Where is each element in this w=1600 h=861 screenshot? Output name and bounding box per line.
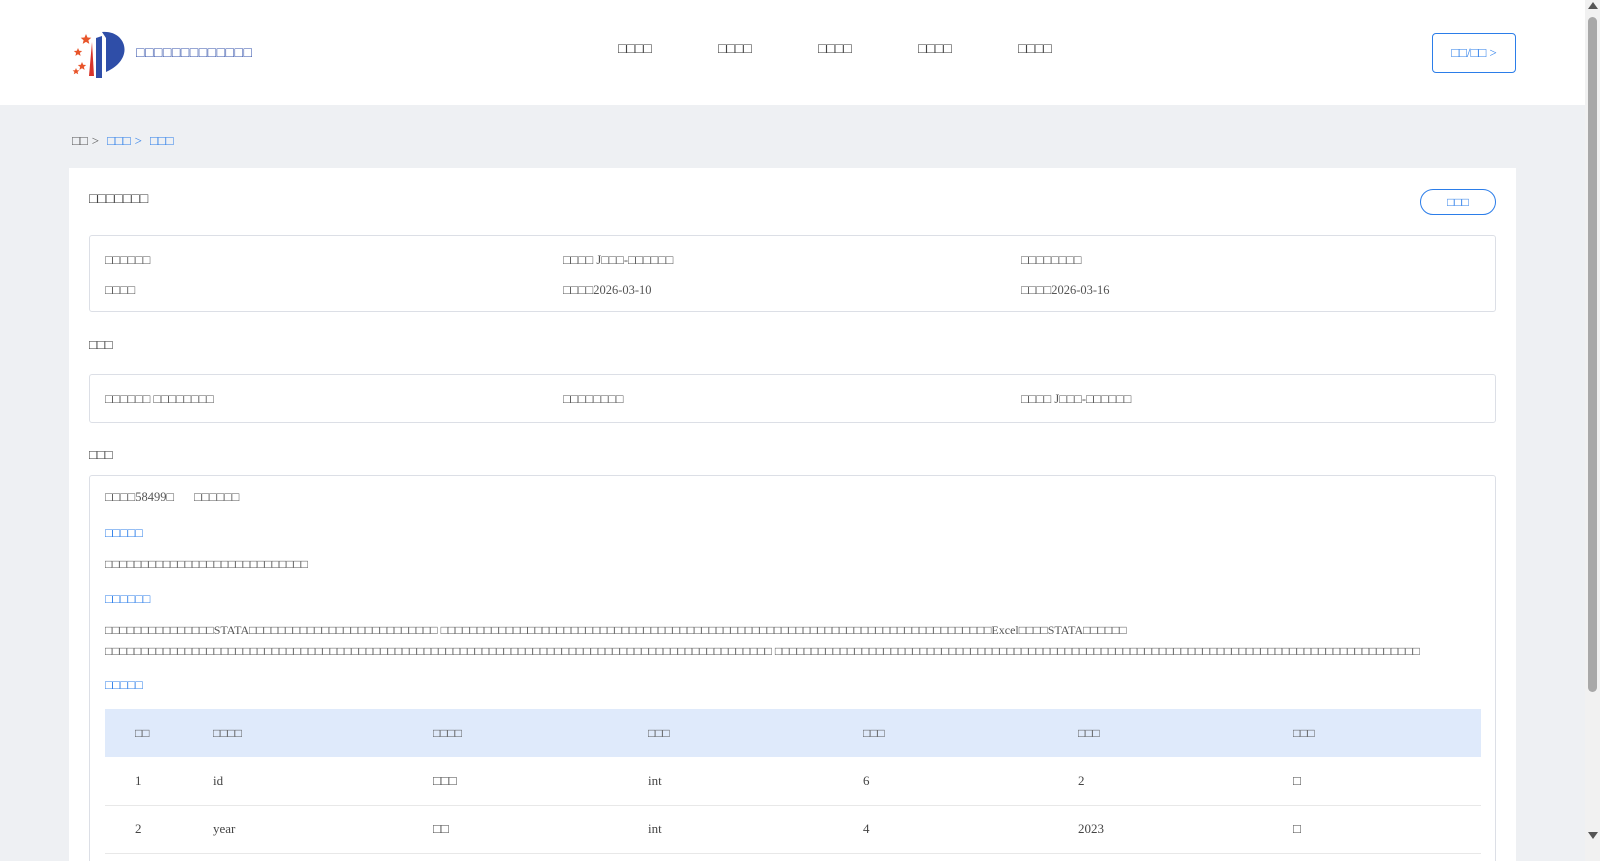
info-cell: □□□□ xyxy=(105,282,136,297)
breadcrumb-home[interactable]: □□ xyxy=(72,133,88,149)
page-scrollbar[interactable] xyxy=(1585,0,1600,861)
login-register-button[interactable]: □□/□□ > xyxy=(1432,33,1516,73)
table-cell: 2 xyxy=(1078,757,1293,806)
table-cell: □□□ xyxy=(433,757,648,806)
site-title: □□□□□□□□□□□□□ xyxy=(136,46,253,61)
main-nav: □□□□ □□□□ □□□□ □□□□ □□□□ xyxy=(618,42,1118,58)
info-cell: □□□□2026-03-10 xyxy=(563,282,652,297)
table-cell: 6 xyxy=(863,757,1078,806)
logo-emblem-icon xyxy=(72,31,125,78)
card-title: □□□□□□□ xyxy=(89,192,149,207)
info-cell: □□□□□□□□ xyxy=(1021,252,1082,267)
column-header: □□ xyxy=(135,725,150,740)
info-row: □□□□□□ □□□□□□□□ □□□□□□□□ □□□□ J□□□-□□□□□… xyxy=(90,384,1495,414)
scroll-thumb[interactable] xyxy=(1588,17,1597,692)
basic-info-box: □□□□□□ □□□□ J□□□-□□□□□□ □□□□□□□□ □□□□ □□… xyxy=(89,235,1496,312)
table-cell: □□ xyxy=(433,805,648,854)
breadcrumb: □□ > □□□ > □□□ xyxy=(72,133,174,149)
description-text: □□□□□□□□□□□□□□□□□□□□□□□□□□□□ xyxy=(105,557,308,571)
column-header: □□□ xyxy=(1078,725,1100,740)
card-action-button[interactable]: □□□ xyxy=(1420,189,1496,215)
table-cell: id xyxy=(213,757,433,806)
fields-table: □□ □□□□ □□□□ □□□ □□□ □□□ □□□ 1 id □□□ in… xyxy=(105,709,1481,854)
section-label: □□□ xyxy=(89,447,113,462)
scroll-down-icon[interactable] xyxy=(1588,832,1598,839)
table-cell: int xyxy=(648,757,863,806)
column-header: □□□ xyxy=(863,725,885,740)
breadcrumb-separator: > xyxy=(91,133,100,148)
breadcrumb-level2[interactable]: □□□ xyxy=(107,133,131,149)
record-count: □□□□58499□ xyxy=(105,490,175,504)
subsection-title: □□□□□ xyxy=(105,678,143,692)
nav-item-3[interactable]: □□□□ xyxy=(818,42,918,58)
info-cell: □□□□□□ □□□□□□□□ xyxy=(105,391,214,406)
breadcrumb-current: □□□ xyxy=(149,133,174,148)
column-header: □□□ xyxy=(648,725,670,740)
scroll-up-icon[interactable] xyxy=(1588,2,1598,9)
table-cell: int xyxy=(648,805,863,854)
table-cell: 4 xyxy=(863,805,1078,854)
breadcrumb-separator: > xyxy=(134,133,142,148)
table-header-row: □□ □□□□ □□□□ □□□ □□□ □□□ □□□ xyxy=(105,709,1481,757)
subsection-title: □□□□□ xyxy=(105,526,143,540)
table-cell: □ xyxy=(1293,757,1481,806)
table-row: 1 id □□□ int 6 2 □ xyxy=(105,757,1481,806)
site-logo[interactable]: □□□□□□□□□□□□□ xyxy=(72,28,252,80)
nav-item-5[interactable]: □□□□ xyxy=(1018,42,1118,58)
meta-line: □□□□58499□ □□□□□□ xyxy=(105,490,239,505)
table-cell: 2023 xyxy=(1078,805,1293,854)
detail-card: □□□□□□□ □□□ □□□□□□ □□□□ J□□□-□□□□□□ □□□□… xyxy=(69,168,1516,861)
description-text: □□□□□□□□□□□□□□□STATA□□□□□□□□□□□□□□□□□□□□… xyxy=(105,623,1420,658)
source-info-box: □□□□□□ □□□□□□□□ □□□□□□□□ □□□□ J□□□-□□□□□… xyxy=(89,374,1496,423)
table-row: 2 year □□ int 4 2023 □ xyxy=(105,805,1481,854)
table-cell: 2 xyxy=(105,805,213,854)
dataset-detail-box: □□□□58499□ □□□□□□ □□□□□ □□□□□□□□□□□□□□□□… xyxy=(89,475,1496,861)
subsection-title: □□□□□□ xyxy=(105,592,151,606)
column-header: □□□ xyxy=(1293,725,1315,740)
column-header: □□□□ xyxy=(433,725,462,740)
info-cell: □□□□ J□□□-□□□□□□ xyxy=(563,252,674,267)
table-cell: 1 xyxy=(105,757,213,806)
info-row: □□□□ □□□□2026-03-10 □□□□2026-03-16 xyxy=(90,275,1495,305)
info-row: □□□□□□ □□□□ J□□□-□□□□□□ □□□□□□□□ xyxy=(90,245,1495,275)
info-cell: □□□□ J□□□-□□□□□□ xyxy=(1021,391,1132,406)
nav-item-4[interactable]: □□□□ xyxy=(918,42,1018,58)
meta-status: □□□□□□ xyxy=(194,490,240,504)
nav-item-2[interactable]: □□□□ xyxy=(718,42,818,58)
info-cell: □□□□2026-03-16 xyxy=(1021,282,1110,297)
table-cell: year xyxy=(213,805,433,854)
nav-item-1[interactable]: □□□□ xyxy=(618,42,718,58)
info-cell: □□□□□□ xyxy=(105,252,151,267)
top-header: □□□□□□□□□□□□□ □□□□ □□□□ □□□□ □□□□ □□□□ □… xyxy=(0,0,1585,105)
section-label: □□□ xyxy=(89,337,113,352)
table-cell: □ xyxy=(1293,805,1481,854)
column-header: □□□□ xyxy=(213,725,242,740)
info-cell: □□□□□□□□ xyxy=(563,391,624,406)
